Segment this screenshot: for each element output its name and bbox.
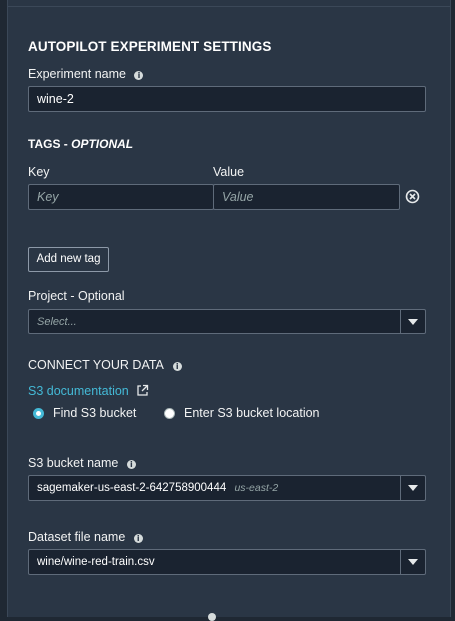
dropdown-arrow-icon[interactable]: [400, 310, 425, 333]
s3-documentation-link-text[interactable]: S3 documentation: [28, 384, 129, 398]
experiment-name-input[interactable]: wine-2: [28, 86, 426, 112]
experiment-name-label-text: Experiment name: [28, 67, 126, 81]
tag-value-input[interactable]: Value: [213, 184, 400, 210]
tag-key-label: Key: [28, 165, 50, 179]
s3-documentation-link[interactable]: S3 documentation: [28, 382, 149, 400]
dropdown-arrow-icon[interactable]: [400, 550, 425, 574]
s3-bucket-name-label-text: S3 bucket name: [28, 456, 119, 470]
add-new-tag-button[interactable]: Add new tag: [28, 247, 109, 272]
tag-value-placeholder: Value: [222, 190, 254, 204]
connect-data-title-text: CONNECT YOUR DATA: [28, 358, 164, 372]
tag-key-input[interactable]: Key: [28, 184, 214, 210]
info-icon[interactable]: i: [172, 362, 182, 371]
tags-title: TAGS - OPTIONAL: [28, 137, 133, 151]
info-icon[interactable]: i: [134, 71, 144, 80]
project-select[interactable]: Select...: [28, 309, 426, 334]
radio-enter-s3-location[interactable]: Enter S3 bucket location: [164, 406, 320, 420]
s3-bucket-region: us-east-2: [234, 482, 279, 494]
dataset-file-name-label-text: Dataset file name: [28, 530, 126, 544]
dataset-file-value: wine/wine-red-train.csv: [37, 556, 155, 568]
s3-bucket-select[interactable]: sagemaker-us-east-2-642758900444 us-east…: [28, 475, 426, 501]
radio-button-unselected[interactable]: [164, 407, 175, 419]
connect-data-title: CONNECT YOUR DATA i: [28, 358, 182, 372]
tags-title-prefix: TAGS -: [28, 137, 72, 151]
tag-value-label: Value: [213, 165, 245, 179]
dropdown-arrow-icon[interactable]: [400, 476, 425, 500]
radio-find-label: Find S3 bucket: [53, 406, 137, 420]
dataset-file-name-label: Dataset file name i: [28, 530, 143, 544]
settings-panel: AUTOPILOT EXPERIMENT SETTINGS Experiment…: [7, 0, 451, 621]
project-placeholder: Select...: [37, 316, 77, 328]
radio-button-selected[interactable]: [33, 407, 44, 419]
external-link-icon: [137, 384, 149, 396]
radio-enter-label: Enter S3 bucket location: [184, 406, 320, 420]
project-label: Project - Optional: [28, 289, 125, 303]
panel-top-divider: [8, 6, 450, 7]
section-title: AUTOPILOT EXPERIMENT SETTINGS: [28, 39, 272, 54]
experiment-name-value: wine-2: [37, 92, 74, 106]
experiment-name-label: Experiment name i: [28, 67, 144, 81]
dataset-file-select[interactable]: wine/wine-red-train.csv: [28, 549, 426, 575]
radio-find-s3-bucket[interactable]: Find S3 bucket: [33, 406, 136, 420]
info-icon[interactable]: i: [126, 460, 136, 469]
s3-bucket-value: sagemaker-us-east-2-642758900444 us-east…: [37, 476, 278, 500]
remove-tag-icon[interactable]: [405, 189, 420, 204]
s3-bucket-name-value: sagemaker-us-east-2-642758900444: [37, 482, 227, 494]
cut-off-info-icon: [208, 613, 216, 621]
tags-title-optional: OPTIONAL: [71, 137, 134, 151]
info-icon[interactable]: i: [133, 534, 143, 543]
s3-bucket-name-label: S3 bucket name i: [28, 456, 136, 470]
tag-key-placeholder: Key: [37, 190, 59, 204]
